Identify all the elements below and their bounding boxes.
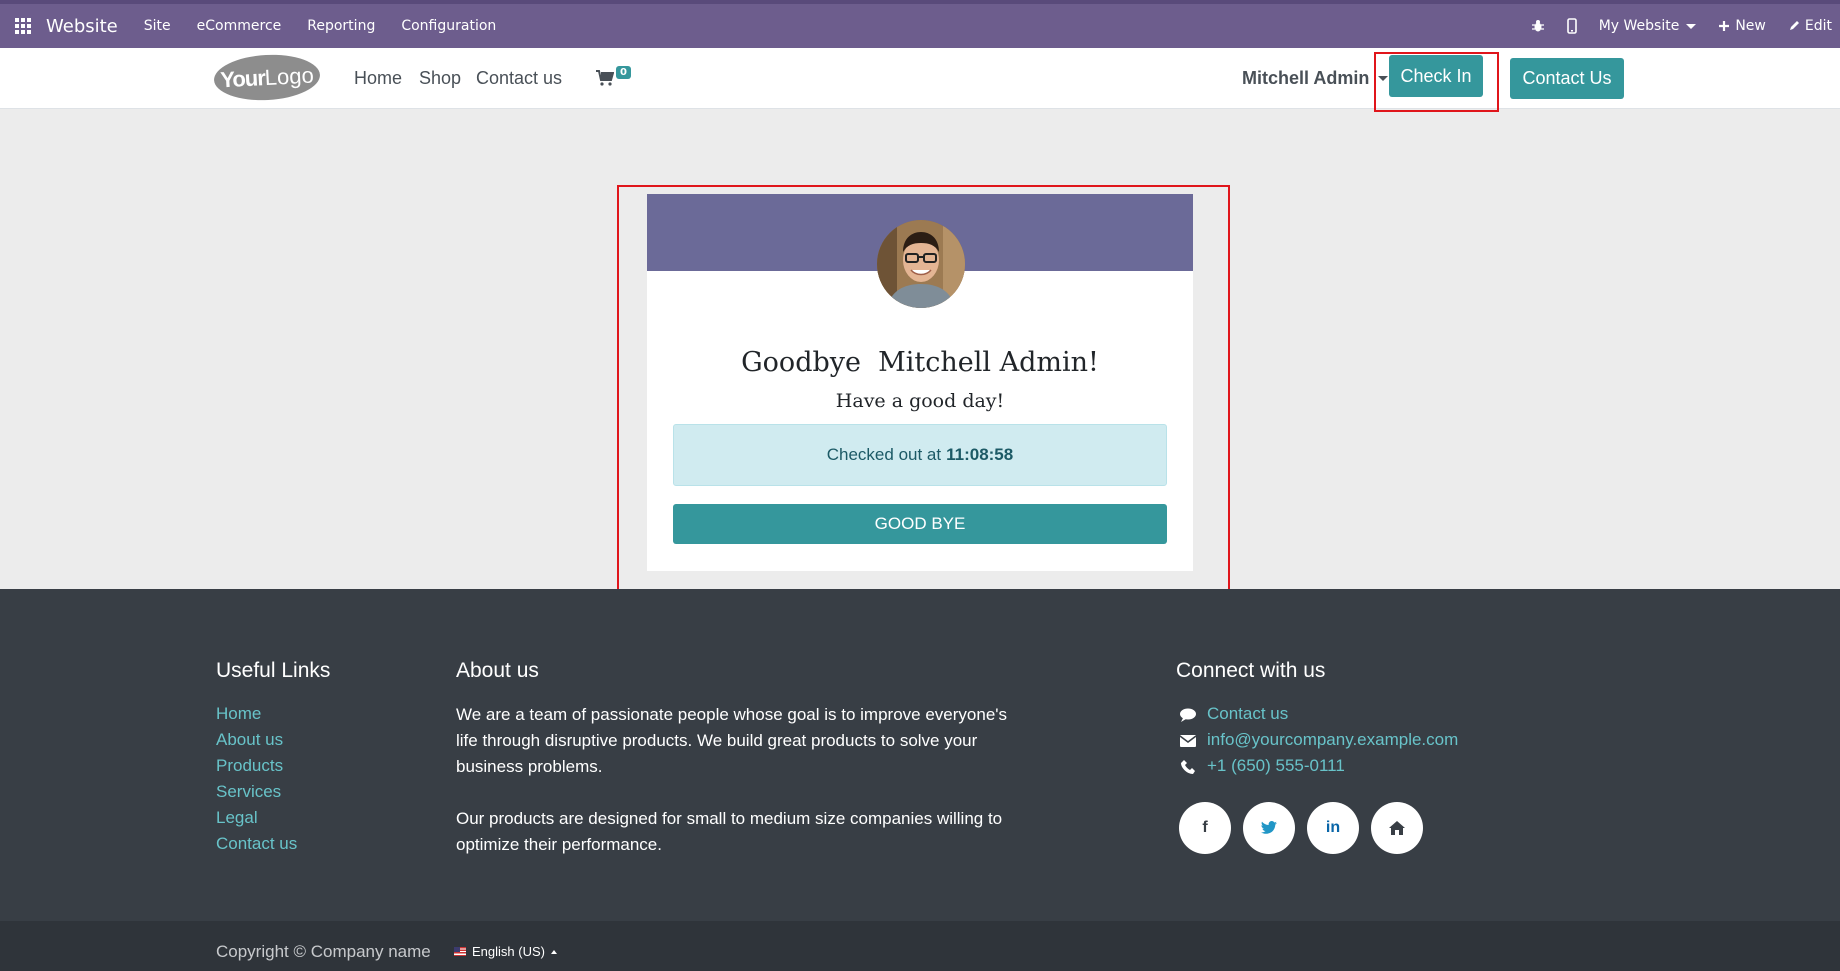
- debug-bug-icon[interactable]: [1531, 19, 1545, 33]
- website-switcher-label: My Website: [1598, 18, 1680, 34]
- website-switcher[interactable]: My Website: [1599, 18, 1697, 34]
- footer-about-title: About us: [456, 659, 539, 682]
- copyright-bar: Copyright © Company name English (US): [0, 921, 1840, 971]
- phone-icon: [1179, 758, 1197, 776]
- footer-about-line-2: life through disruptive products. We bui…: [456, 731, 978, 750]
- footer-about-line-3: business problems.: [456, 757, 603, 776]
- app-brand[interactable]: Website: [46, 16, 118, 37]
- nav-contact-us[interactable]: Contact us: [476, 68, 562, 89]
- language-selector[interactable]: English (US): [454, 944, 557, 959]
- comment-icon: [1179, 706, 1197, 724]
- checkout-status-prefix: Checked out at: [826, 445, 942, 464]
- linkedin-icon[interactable]: in: [1307, 802, 1359, 854]
- us-flag-icon: [454, 947, 466, 956]
- shopping-cart-icon: [596, 70, 614, 86]
- company-logo[interactable]: Your Logo: [212, 52, 322, 103]
- plus-icon: [1719, 21, 1730, 31]
- nav-home[interactable]: Home: [354, 68, 402, 89]
- footer-about-line-1: We are a team of passionate people whose…: [456, 705, 1008, 724]
- footer-link-about-us[interactable]: About us: [216, 730, 283, 750]
- logo-text-bold: Your: [219, 64, 266, 92]
- checkout-time: 11:08:58: [946, 445, 1014, 464]
- footer-contact-link[interactable]: Contact us: [1207, 704, 1288, 724]
- menu-site[interactable]: Site: [144, 18, 171, 34]
- checkout-status-alert: Checked out at 11:08:58: [673, 424, 1167, 486]
- footer-connect-title: Connect with us: [1176, 659, 1326, 682]
- contact-us-button[interactable]: Contact Us: [1510, 58, 1624, 99]
- attendance-card: Goodbye Mitchell Admin! Have a good day!…: [647, 194, 1193, 571]
- pencil-icon: [1789, 21, 1799, 30]
- footer-useful-links-title: Useful Links: [216, 659, 331, 682]
- admin-navbar: Website Site eCommerce Reporting Configu…: [0, 0, 1840, 48]
- website-header: Your Logo Home Shop Contact us 0 Mitchell…: [0, 48, 1840, 109]
- highlight-box-check-in: [1374, 52, 1499, 112]
- footer-link-home[interactable]: Home: [216, 704, 261, 724]
- facebook-glyph: f: [1202, 819, 1208, 836]
- mobile-preview-icon[interactable]: [1566, 18, 1577, 34]
- user-avatar: [877, 220, 965, 308]
- language-label: English (US): [472, 944, 545, 959]
- chevron-up-icon: [550, 949, 557, 954]
- edit-button[interactable]: Edit: [1788, 18, 1832, 34]
- new-button[interactable]: New: [1718, 18, 1766, 34]
- cart-count-badge: 0: [616, 66, 631, 79]
- cart-link[interactable]: 0: [596, 66, 636, 96]
- copyright-text: Copyright © Company name: [216, 942, 431, 961]
- footer-about-line-4: Our products are designed for small to m…: [456, 809, 1003, 828]
- menu-reporting[interactable]: Reporting: [307, 18, 375, 34]
- footer-link-legal[interactable]: Legal: [216, 808, 258, 828]
- footer-link-contact-us[interactable]: Contact us: [216, 834, 297, 854]
- new-label: New: [1735, 18, 1766, 34]
- goodbye-greeting: Goodbye Mitchell Admin!: [741, 347, 1099, 378]
- nav-shop[interactable]: Shop: [419, 68, 461, 89]
- apps-menu-icon[interactable]: [0, 4, 46, 48]
- logo-text-light: Logo: [264, 62, 315, 90]
- footer-about-line-5: optimize their performance.: [456, 835, 662, 854]
- menu-configuration[interactable]: Configuration: [401, 18, 496, 34]
- user-menu[interactable]: Mitchell Admin: [1242, 68, 1389, 89]
- home-icon[interactable]: [1371, 802, 1423, 854]
- footer-link-products[interactable]: Products: [216, 756, 283, 776]
- twitter-icon[interactable]: [1243, 802, 1295, 854]
- footer: Useful Links Home About us Products Serv…: [0, 589, 1840, 921]
- footer-phone-link[interactable]: +1 (650) 555-0111: [1207, 756, 1345, 776]
- edit-label: Edit: [1804, 18, 1832, 34]
- user-name: Mitchell Admin: [1242, 68, 1370, 88]
- linkedin-glyph: in: [1325, 819, 1341, 836]
- menu-ecommerce[interactable]: eCommerce: [197, 18, 282, 34]
- good-bye-button[interactable]: GOOD BYE: [673, 504, 1167, 544]
- envelope-icon: [1179, 732, 1197, 750]
- footer-link-services[interactable]: Services: [216, 782, 281, 802]
- facebook-icon[interactable]: f: [1179, 802, 1231, 854]
- goodbye-subtitle: Have a good day!: [835, 390, 1005, 412]
- chevron-down-icon: [1686, 23, 1697, 29]
- footer-email-link[interactable]: info@yourcompany.example.com: [1207, 730, 1458, 750]
